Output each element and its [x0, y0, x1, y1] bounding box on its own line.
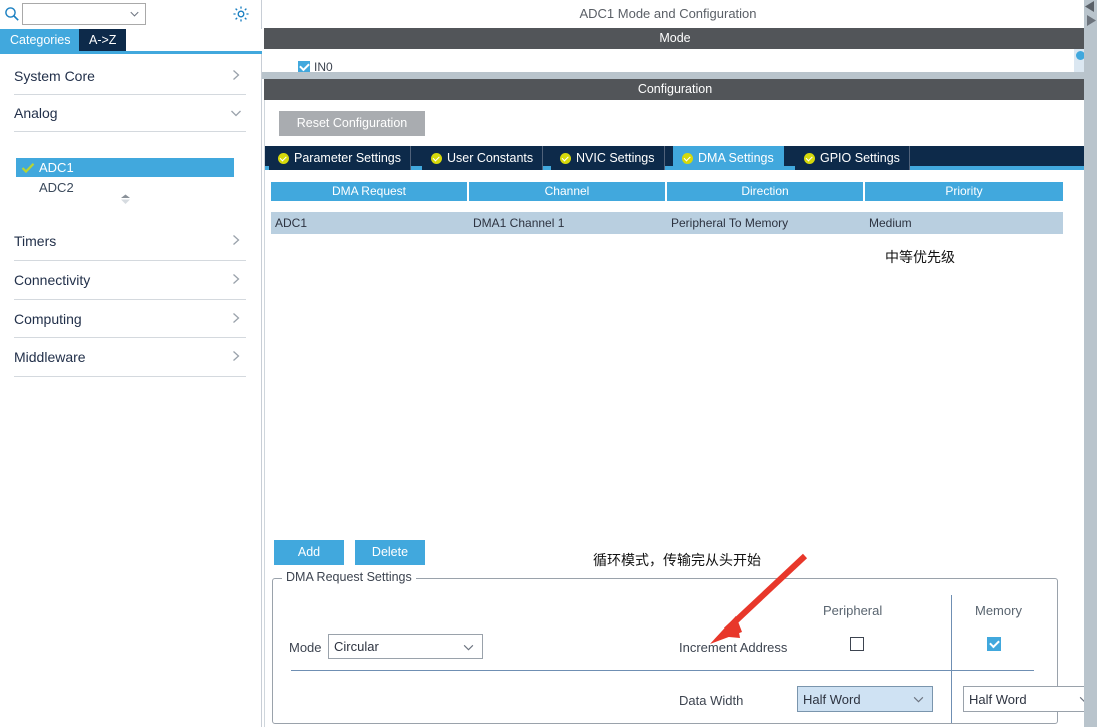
check-icon: [21, 162, 35, 173]
sidebar-item-computing-label: Computing: [14, 310, 82, 327]
chevron-right-icon[interactable]: [230, 234, 242, 246]
tab-dma-settings[interactable]: DMA Settings: [673, 146, 784, 170]
sidebar-item-timers-label: Timers: [14, 233, 57, 249]
checkbox-increment-memory[interactable]: [987, 637, 1001, 651]
sidebar-item-connectivity-label: Connectivity: [14, 272, 91, 288]
chevron-right-icon[interactable]: [230, 273, 242, 285]
sidebar-item-middleware[interactable]: Middleware: [14, 338, 246, 377]
status-check-icon: [431, 152, 442, 164]
chevron-down-icon[interactable]: [463, 644, 474, 651]
search-combobox[interactable]: [22, 3, 146, 25]
mode-select[interactable]: Circular: [328, 634, 483, 659]
configuration-section-header: Configuration: [264, 79, 1086, 100]
sidebar-tab-a-to-z[interactable]: A->Z: [79, 29, 127, 51]
status-check-icon: [278, 152, 289, 164]
data-width-peripheral-select[interactable]: Half Word: [797, 686, 933, 712]
sidebar-item-adc2-label: ADC2: [39, 180, 74, 195]
tab-gpio-settings-label: GPIO Settings: [820, 151, 900, 165]
search-input[interactable]: [26, 5, 126, 23]
sidebar-tab-a-to-z-label: A->Z: [89, 33, 117, 47]
checkbox-increment-peripheral[interactable]: [850, 637, 864, 651]
dma-request-table: DMA Request Channel Direction Priority A…: [271, 182, 1063, 234]
tab-gpio-settings[interactable]: GPIO Settings: [795, 146, 910, 170]
mode-select-value: Circular: [334, 639, 379, 654]
table-header-row: DMA Request Channel Direction Priority: [271, 182, 1063, 201]
mode-section-header: Mode: [264, 28, 1086, 49]
column-label-memory: Memory: [975, 603, 1022, 618]
sidebar-tabbar: Categories A->Z: [0, 29, 262, 54]
chevron-right-icon[interactable]: [230, 69, 242, 81]
sidebar-tab-categories-label: Categories: [10, 33, 71, 47]
dma-request-settings-group: DMA Request Settings Peripheral Memory M…: [272, 570, 1097, 724]
component-sidebar: Categories A->Z System Core Analog ADC1 …: [0, 0, 262, 727]
data-width-memory-value: Half Word: [969, 691, 1027, 707]
cell-channel: DMA1 Channel 1: [473, 216, 565, 230]
data-width-label: Data Width: [679, 693, 744, 708]
gear-icon[interactable]: [232, 5, 250, 23]
category-list: System Core Analog ADC1 ADC2 Timers Conn…: [0, 57, 262, 727]
increment-address-label: Increment Address: [679, 640, 788, 655]
configuration-tabbar: Parameter Settings User Constants NVIC S…: [265, 146, 1085, 170]
status-check-icon: [804, 152, 815, 164]
tab-parameter-settings-label: Parameter Settings: [294, 151, 401, 165]
tab-user-constants[interactable]: User Constants: [422, 146, 544, 170]
sidebar-item-computing[interactable]: Computing: [14, 300, 246, 338]
delete-button[interactable]: Delete: [355, 540, 425, 565]
chevron-right-icon[interactable]: [230, 312, 242, 324]
annotation-priority-note: 中等优先级: [885, 250, 955, 266]
tab-nvic-settings[interactable]: NVIC Settings: [551, 146, 665, 170]
chevron-down-icon[interactable]: [913, 696, 924, 703]
horizontal-divider: [291, 670, 1034, 671]
tab-user-constants-label: User Constants: [447, 151, 534, 165]
sidebar-item-adc1[interactable]: ADC1: [16, 158, 234, 177]
status-check-icon: [560, 152, 571, 164]
group-legend: DMA Request Settings: [282, 570, 416, 584]
sidebar-item-system-core-label: System Core: [14, 67, 95, 84]
chevron-down-icon[interactable]: [230, 107, 242, 119]
section-divider: [262, 72, 1097, 79]
chevron-right-icon[interactable]: [230, 350, 242, 362]
column-header-dma-request[interactable]: DMA Request: [271, 182, 469, 201]
mode-section-body: IN0: [264, 49, 1086, 74]
sidebar-item-analog[interactable]: Analog: [14, 95, 246, 132]
sidebar-item-adc1-label: ADC1: [39, 160, 74, 175]
annotation-mode-note: 循环模式，传输完从头开始: [593, 553, 761, 569]
scroll-down-arrow-icon[interactable]: [1084, 14, 1097, 27]
tab-parameter-settings[interactable]: Parameter Settings: [269, 146, 411, 170]
window-vertical-scrollbar[interactable]: [1084, 0, 1097, 727]
column-header-channel[interactable]: Channel: [469, 182, 667, 201]
page-title: ADC1 Mode and Configuration: [262, 0, 1074, 28]
sidebar-tab-categories[interactable]: Categories: [0, 29, 81, 51]
chevron-down-icon[interactable]: [130, 11, 139, 17]
table-row[interactable]: ADC1 DMA1 Channel 1 Peripheral To Memory…: [271, 212, 1063, 234]
reset-configuration-button[interactable]: Reset Configuration: [279, 111, 425, 136]
mode-label: Mode: [289, 640, 322, 655]
scroll-up-arrow-icon[interactable]: [1084, 0, 1097, 13]
search-icon[interactable]: [4, 6, 20, 22]
cell-priority: Medium: [869, 216, 912, 230]
column-header-direction[interactable]: Direction: [667, 182, 865, 201]
vertical-divider: [951, 595, 952, 723]
sidebar-item-connectivity[interactable]: Connectivity: [14, 261, 246, 300]
tab-dma-settings-label: DMA Settings: [698, 151, 774, 165]
sidebar-search-row: [0, 0, 262, 28]
configuration-panel: ADC1 Mode and Configuration Mode IN0 Con…: [262, 0, 1097, 727]
sidebar-item-system-core[interactable]: System Core: [14, 57, 246, 95]
configuration-section-body: Reset Configuration Parameter Settings U…: [264, 100, 1097, 727]
tab-nvic-settings-label: NVIC Settings: [576, 151, 655, 165]
data-width-peripheral-value: Half Word: [803, 691, 861, 707]
cell-dma-request: ADC1: [275, 216, 308, 230]
cubemx-window: Categories A->Z System Core Analog ADC1 …: [0, 0, 1097, 727]
sidebar-item-middleware-label: Middleware: [14, 349, 86, 365]
sidebar-item-analog-label: Analog: [14, 105, 58, 121]
category-list-lower: Timers Connectivity Computing Middleware: [0, 222, 262, 377]
column-label-peripheral: Peripheral: [823, 603, 883, 618]
sidebar-item-timers[interactable]: Timers: [14, 222, 246, 261]
cell-direction: Peripheral To Memory: [671, 216, 789, 230]
add-button[interactable]: Add: [274, 540, 344, 565]
status-check-icon: [682, 152, 693, 164]
data-width-memory-select[interactable]: Half Word: [963, 686, 1097, 712]
sidebar-item-adc2[interactable]: ADC2: [16, 178, 234, 197]
column-header-priority[interactable]: Priority: [865, 182, 1063, 201]
